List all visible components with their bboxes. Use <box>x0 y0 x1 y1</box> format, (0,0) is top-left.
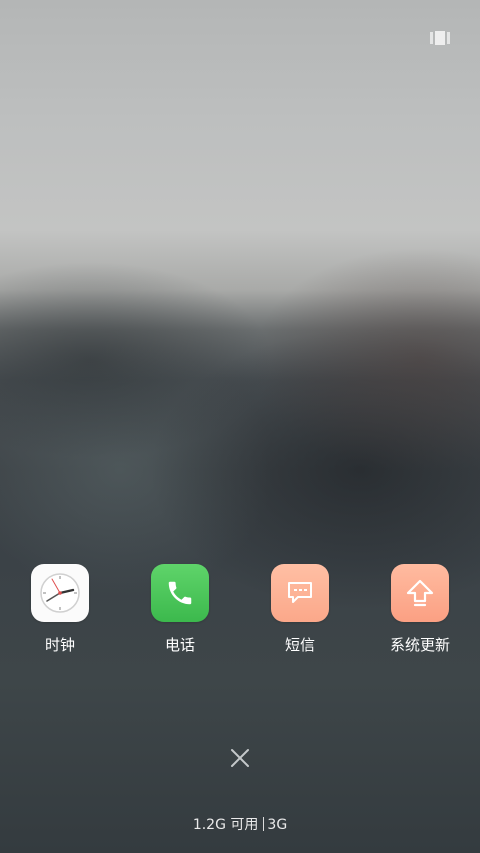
app-label-clock: 时钟 <box>44 636 75 654</box>
clock-icon <box>31 564 89 622</box>
app-messages[interactable]: 短信 <box>250 564 350 654</box>
app-label-system-update: 系统更新 <box>389 636 450 654</box>
app-clock[interactable]: 时钟 <box>10 564 110 654</box>
memory-status: 1.2G 可用 3G <box>0 815 480 835</box>
app-label-phone: 电话 <box>164 636 195 654</box>
app-label-messages: 短信 <box>284 636 315 654</box>
recents-screen: 时钟 电话 短信 系统更新 1.2G 可用 3G <box>0 0 480 853</box>
phone-icon <box>151 564 209 622</box>
recents-toggle-icon <box>430 32 433 44</box>
memory-available: 1.2G 可用 <box>192 817 259 833</box>
close-icon <box>231 749 249 767</box>
recents-view-toggle-button[interactable] <box>430 30 452 46</box>
clear-recents-button[interactable] <box>226 744 254 772</box>
message-icon <box>271 564 329 622</box>
memory-total: 3G <box>267 817 288 833</box>
app-system-update[interactable]: 系统更新 <box>370 564 470 654</box>
update-arrow-icon <box>391 564 449 622</box>
divider <box>263 817 265 831</box>
recent-apps-row: 时钟 电话 短信 系统更新 <box>0 564 480 664</box>
app-phone[interactable]: 电话 <box>130 564 230 654</box>
